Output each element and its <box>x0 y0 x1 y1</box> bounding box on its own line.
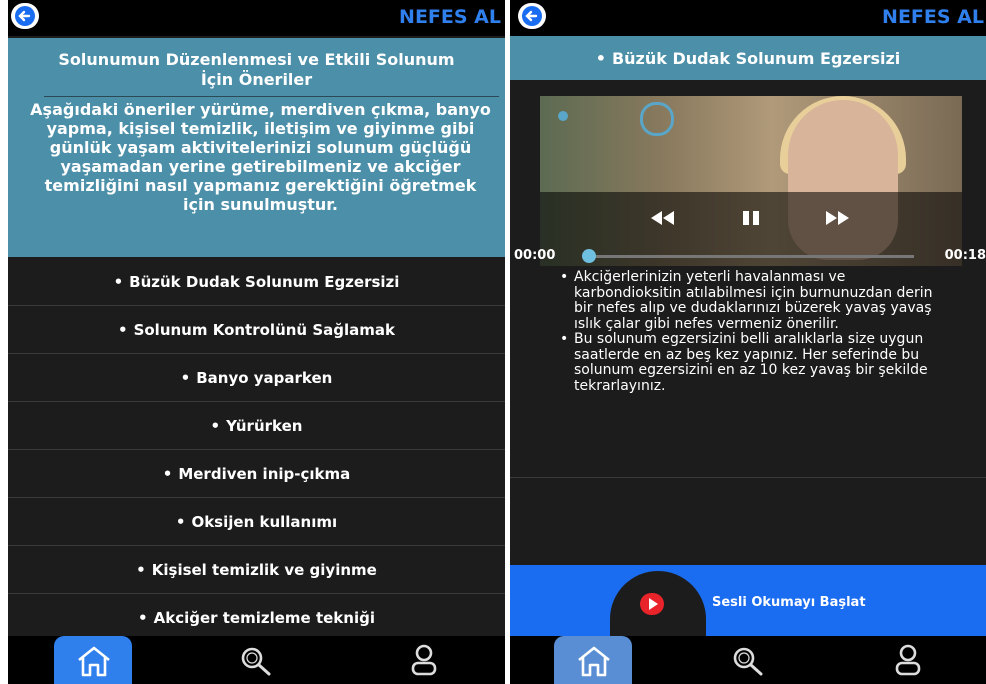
audio-bar: Sesli Okumayı Başlat <box>510 565 986 637</box>
bullet-dot: • <box>180 368 191 387</box>
bottom-nav <box>510 636 986 684</box>
divider <box>44 96 499 97</box>
nav-home-button[interactable] <box>54 636 132 684</box>
bullet-dot: • <box>210 416 221 435</box>
bullet-dot: • <box>138 608 148 627</box>
top-bar: NEFES AL <box>510 0 986 36</box>
menu-item-solunum-kontrolu[interactable]: • Solunum Kontrolünü Sağlamak <box>8 306 505 354</box>
bullet-dot: • <box>113 272 124 291</box>
profile-icon[interactable] <box>410 644 438 676</box>
info-panel: Solunumun Düzenlenmesi ve Etkili Solunum… <box>8 38 505 257</box>
menu-item-label: Solunum Kontrolünü Sağlamak <box>133 320 395 339</box>
bullet-dot: • <box>162 464 173 483</box>
menu-item-label: Büzük Dudak Solunum Egzersizi <box>129 272 400 291</box>
menu-item-label: Kişisel temizlik ve giyinme <box>151 560 377 579</box>
bullet-dot: • <box>117 320 128 339</box>
video-player[interactable] <box>540 96 962 266</box>
youtube-play-icon <box>640 593 664 615</box>
back-button[interactable] <box>518 3 546 29</box>
menu-item-merdiven[interactable]: • Merdiven inip-çıkma <box>8 450 505 498</box>
video-overlay-dot <box>558 111 568 121</box>
video-overlay-ring <box>640 102 674 136</box>
fast-forward-icon[interactable] <box>824 208 852 228</box>
home-icon <box>578 646 610 677</box>
menu-item-buzuk-dudak[interactable]: • Büzük Dudak Solunum Egzersizi <box>8 258 505 306</box>
divider <box>510 477 986 478</box>
home-icon <box>78 646 110 677</box>
screen-menu: NEFES AL Solunumun Düzenlenmesi ve Etkil… <box>8 0 505 684</box>
back-arrow-icon <box>522 6 542 26</box>
top-bar: NEFES AL <box>8 0 505 36</box>
seek-bar[interactable] <box>588 255 914 258</box>
menu-item-yururken[interactable]: • Yürürken <box>8 402 505 450</box>
menu-item-oksijen[interactable]: • Oksijen kullanımı <box>8 498 505 546</box>
menu-item-kisisel-temizlik[interactable]: • Kişisel temizlik ve giyinme <box>8 546 505 594</box>
info-title: Solunumun Düzenlenmesi ve Etkili Solunum… <box>58 50 455 89</box>
bullet-dot: • <box>595 48 606 68</box>
section-title-label: Büzük Dudak Solunum Egzersizi <box>611 48 901 68</box>
bullet-dot: • <box>175 512 186 531</box>
list-item: Akciğerlerinizin yeterli havalanması ve … <box>560 269 946 332</box>
profile-icon[interactable] <box>894 644 922 676</box>
play-audio-button[interactable] <box>610 571 706 637</box>
bottom-nav <box>8 636 505 684</box>
nav-home-button[interactable] <box>554 636 632 684</box>
section-title: • Büzük Dudak Solunum Egzersizi <box>510 36 986 80</box>
app-title: NEFES AL <box>882 6 984 28</box>
list-item: Bu solunum egzersizini belli aralıklarla… <box>560 331 946 394</box>
instruction-list: Akciğerlerinizin yeterli havalanması ve … <box>560 269 946 394</box>
info-body: Aşağıdaki öneriler yürüme, merdiven çıkm… <box>30 100 491 214</box>
bullet-dot: • <box>136 560 146 579</box>
menu-item-label: Banyo yaparken <box>196 368 333 387</box>
app-title: NEFES AL <box>399 6 501 28</box>
seek-handle[interactable] <box>582 249 596 263</box>
current-time: 00:00 <box>514 248 556 263</box>
back-button[interactable] <box>11 3 39 29</box>
menu-item-label: Oksijen kullanımı <box>191 512 338 531</box>
menu-item-label: Merdiven inip-çıkma <box>178 464 351 483</box>
search-icon[interactable] <box>732 646 764 676</box>
audio-button-label[interactable]: Sesli Okumayı Başlat <box>712 595 866 610</box>
menu-item-banyo[interactable]: • Banyo yaparken <box>8 354 505 402</box>
menu-item-label: Yürürken <box>226 416 303 435</box>
pause-icon[interactable] <box>740 208 762 228</box>
rewind-icon[interactable] <box>648 208 676 228</box>
back-arrow-icon <box>15 6 35 26</box>
menu-item-akciger-temizleme[interactable]: • Akciğer temizleme tekniği <box>8 594 505 642</box>
menu-item-label: Akciğer temizleme tekniği <box>153 608 375 627</box>
screen-exercise: NEFES AL • Büzük Dudak Solunum Egzersizi … <box>510 0 986 684</box>
duration: 00:18 <box>944 248 986 263</box>
menu-list: • Büzük Dudak Solunum Egzersizi • Solunum … <box>8 258 505 642</box>
search-icon[interactable] <box>240 646 272 676</box>
